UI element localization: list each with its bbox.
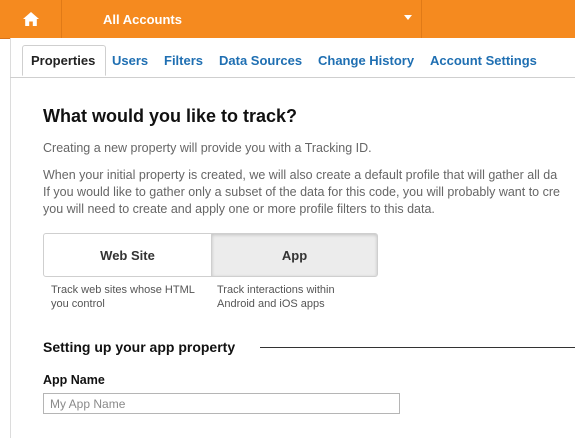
chevron-down-icon [404, 15, 412, 20]
top-bar: All Accounts [0, 0, 575, 39]
section-title: Setting up your app property [43, 339, 236, 355]
app-desc-line-1: Track interactions within [217, 284, 335, 296]
topbar-divider [421, 0, 422, 38]
admin-tabs: Properties Users Filters Data Sources Ch… [10, 45, 575, 78]
app-option-button[interactable]: App [211, 233, 378, 277]
tab-properties[interactable]: Properties [22, 45, 106, 76]
home-icon [22, 12, 39, 26]
tab-filters[interactable]: Filters [164, 45, 203, 76]
tab-data-sources[interactable]: Data Sources [219, 45, 302, 76]
page-title: What would you like to track? [43, 106, 298, 126]
app-name-input[interactable] [43, 393, 400, 414]
tab-account-settings[interactable]: Account Settings [430, 45, 537, 76]
app-desc-line-2: Android and iOS apps [217, 298, 325, 310]
web-site-option-label: Web Site [100, 247, 155, 263]
details-line-2: If you would like to gather only a subse… [43, 185, 560, 199]
app-option-description: Track interactions within Android and iO… [217, 283, 335, 311]
details-line-3: you will need to create and apply one or… [43, 202, 435, 216]
web-site-desc-line-1: Track web sites whose HTML [51, 284, 195, 296]
details-line-1: When your initial property is created, w… [43, 168, 558, 182]
web-site-option-description: Track web sites whose HTML you control [51, 283, 195, 311]
app-option-label: App [281, 247, 308, 263]
tab-users[interactable]: Users [112, 45, 148, 76]
web-site-option-button[interactable]: Web Site [43, 233, 212, 277]
web-site-desc-line-2: you control [51, 298, 105, 310]
intro-text: Creating a new property will provide you… [43, 141, 372, 155]
app-name-label: App Name [43, 373, 105, 387]
section-divider [260, 347, 575, 348]
home-button[interactable] [0, 0, 62, 38]
account-selector-label: All Accounts [103, 11, 182, 27]
account-selector[interactable]: All Accounts [62, 0, 420, 38]
tab-change-history[interactable]: Change History [318, 45, 414, 76]
